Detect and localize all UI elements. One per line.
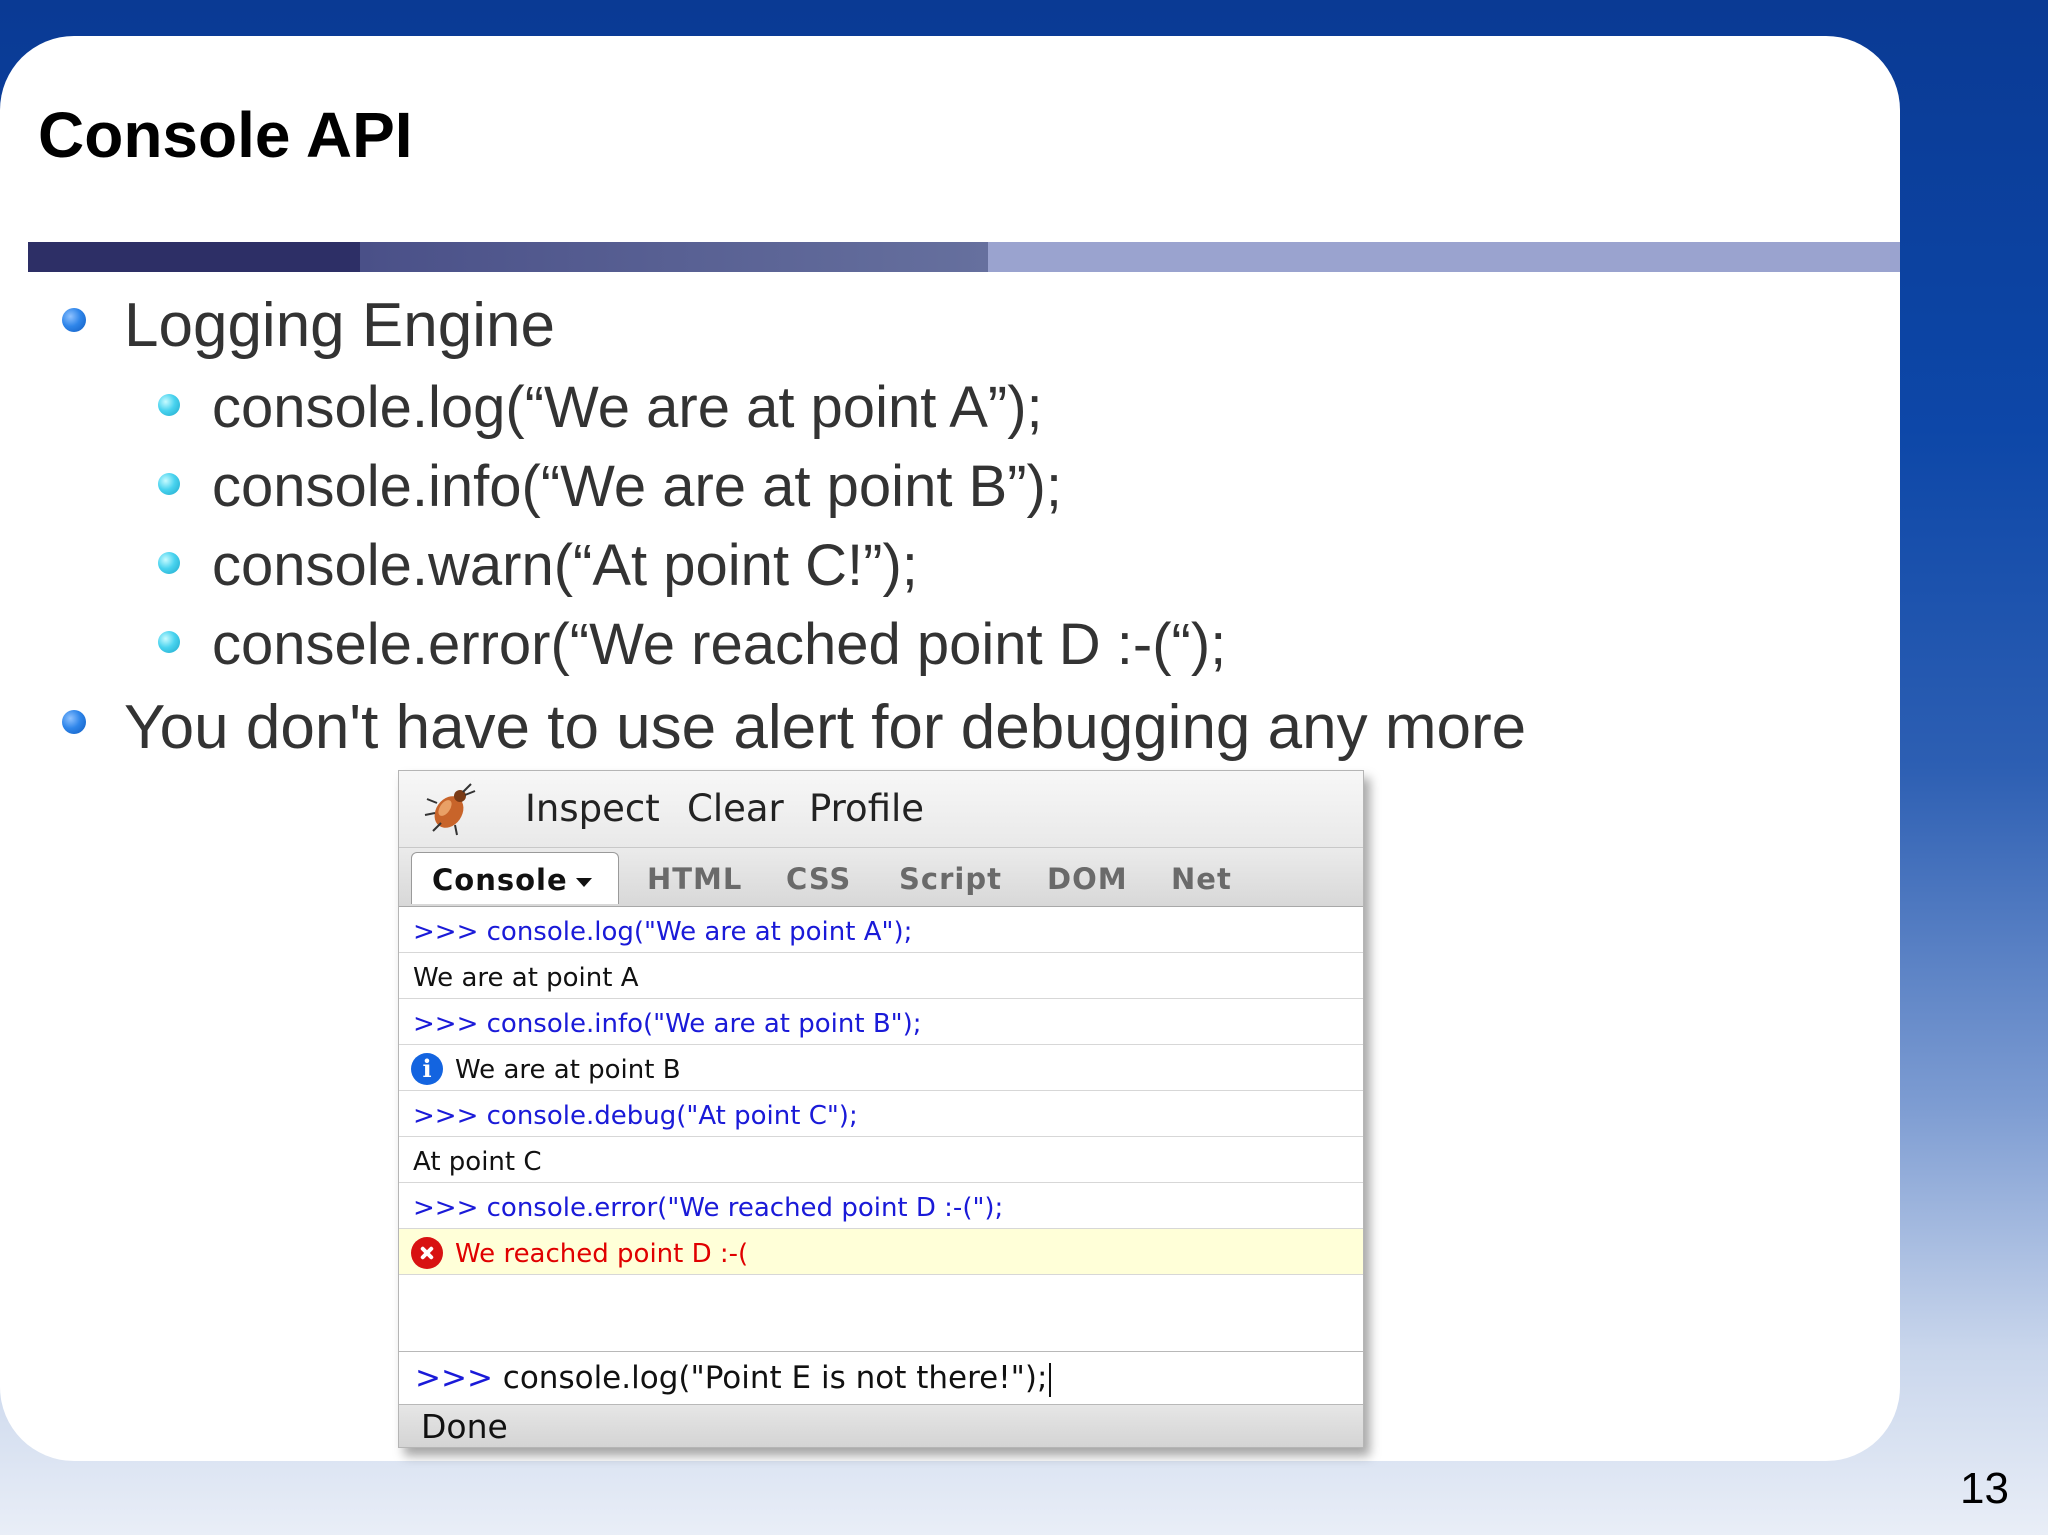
console-command-row: >>> console.debug("At point C"); (399, 1091, 1363, 1137)
console-error-row: We reached point D :-( (399, 1229, 1363, 1275)
title-rule-segment (28, 242, 360, 272)
title-rule-segment (360, 242, 988, 272)
bullet-icon (62, 710, 86, 734)
bullet-text: You don't have to use alert for debuggin… (124, 693, 1527, 762)
sub-bullet-icon (158, 394, 180, 416)
console-command-row: >>> console.log("We are at point A"); (399, 907, 1363, 953)
sub-bullet-text: console.info(“We are at point B”); (212, 454, 1062, 519)
page-number: 13 (1960, 1464, 2009, 1513)
command-input[interactable]: console.log("Point E is not there!"); (503, 1360, 1048, 1396)
bullet-icon (62, 308, 86, 332)
clear-button[interactable]: Clear (687, 787, 784, 830)
command-prompt: >>> (415, 1360, 493, 1396)
text-cursor (1049, 1362, 1052, 1397)
sub-bullet-text: console.log(“We are at point A”); (212, 375, 1043, 440)
tab-dom[interactable]: DOM (1047, 862, 1128, 896)
tab-html[interactable]: HTML (647, 862, 742, 896)
chevron-down-icon[interactable] (575, 877, 592, 887)
console-info-row: We are at point B (399, 1045, 1363, 1091)
tab-css[interactable]: CSS (786, 862, 851, 896)
firebug-panel: Inspect Clear Profile Console HTML CSS S… (398, 770, 1364, 1448)
info-icon (411, 1053, 443, 1085)
console-output-row: We are at point A (399, 953, 1363, 999)
tab-net[interactable]: Net (1171, 862, 1232, 896)
console-command-line[interactable]: >>> console.log("Point E is not there!")… (399, 1351, 1363, 1405)
error-icon (411, 1237, 443, 1269)
console-command-row: >>> console.error("We reached point D :-… (399, 1183, 1363, 1229)
sub-bullet-icon (158, 552, 180, 574)
firebug-bug-icon[interactable] (421, 781, 477, 837)
sub-bullet-text: console.warn(“At point C!”); (212, 533, 918, 598)
console-command-row: >>> console.info("We are at point B"); (399, 999, 1363, 1045)
bullet-text: Logging Engine (124, 291, 555, 360)
inspect-button[interactable]: Inspect (525, 787, 660, 830)
console-output-row: At point C (399, 1137, 1363, 1183)
console-error-text: We reached point D :-( (455, 1239, 749, 1269)
tab-console[interactable]: Console (411, 852, 619, 904)
profile-button[interactable]: Profile (809, 787, 924, 830)
status-bar: Done (399, 1405, 1363, 1447)
tab-label: Console (432, 863, 568, 897)
tab-script[interactable]: Script (899, 862, 1002, 896)
slide-title: Console API (38, 99, 413, 171)
firebug-tab-bar: Console HTML CSS Script DOM Net (399, 847, 1363, 907)
sub-bullet-text: consele.error(“We reached point D :-(“); (212, 612, 1227, 677)
sub-bullet-icon (158, 473, 180, 495)
firebug-toolbar: Inspect Clear Profile (399, 771, 1363, 847)
title-rule-segment (988, 242, 1900, 272)
sub-bullet-icon (158, 631, 180, 653)
console-info-text: We are at point B (455, 1055, 681, 1085)
